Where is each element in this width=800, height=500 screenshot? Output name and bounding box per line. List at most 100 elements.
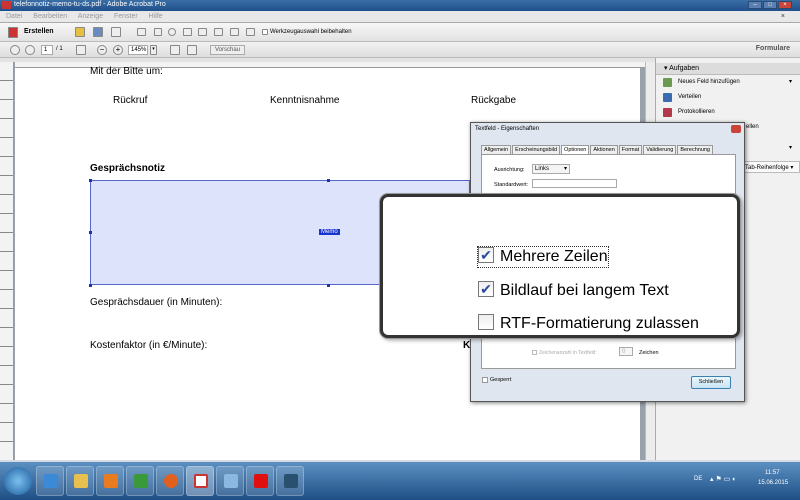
- image-tool-icon[interactable]: [230, 28, 239, 36]
- dialog-title: Textfeld - Eigenschaften: [475, 126, 540, 132]
- char-limit-checkbox[interactable]: [532, 350, 537, 355]
- taskbar-firefox[interactable]: [156, 466, 184, 496]
- menu-bearbeiten[interactable]: Bearbeiten: [33, 13, 67, 20]
- maximize-button[interactable]: □: [763, 1, 777, 9]
- taskbar-explorer[interactable]: [66, 466, 94, 496]
- zoom-in-icon[interactable]: +: [113, 45, 123, 55]
- taskbar-app-red[interactable]: [246, 466, 274, 496]
- keep-tool-label: Werkzeugauswahl beibehalten: [270, 29, 352, 35]
- zoom-dropdown-icon[interactable]: ▾: [150, 45, 157, 55]
- menu-anzeige[interactable]: Anzeige: [78, 13, 103, 20]
- distribute-icon: [663, 93, 672, 102]
- default-value-label: Standardwert:: [494, 182, 529, 188]
- save-icon[interactable]: [93, 27, 103, 37]
- taskbar-app-blue[interactable]: [216, 466, 244, 496]
- list-tool-icon[interactable]: [198, 28, 207, 36]
- tray-icons[interactable]: ▴ ⚑ ▭ ◐: [710, 475, 736, 483]
- menu-datei[interactable]: Datei: [6, 13, 22, 20]
- char-limit-input[interactable]: 0: [619, 347, 633, 356]
- folder-icon: [74, 474, 88, 488]
- scroll-long-text-checkbox[interactable]: ✔: [478, 280, 494, 297]
- menu-fenster[interactable]: Fenster: [114, 13, 138, 20]
- print-icon[interactable]: [111, 27, 121, 37]
- create-icon: [8, 27, 18, 38]
- resize-handle[interactable]: [89, 284, 92, 287]
- fit-width-icon[interactable]: [187, 45, 197, 55]
- rtf-option[interactable]: RTF-Formatierung zulassen: [478, 313, 699, 334]
- track-item[interactable]: Protokollieren: [656, 105, 800, 120]
- select-tool-icon[interactable]: [76, 45, 86, 55]
- close-button[interactable]: ×: [778, 1, 792, 9]
- preview-button[interactable]: Vorschau: [210, 45, 245, 55]
- distribute-label: Verteilen: [678, 94, 702, 100]
- section-heading: Gesprächsnotiz: [90, 163, 166, 174]
- signature-tool-icon[interactable]: [168, 28, 176, 36]
- forms-title: Formulare: [755, 45, 790, 52]
- prev-page-icon[interactable]: [10, 45, 20, 55]
- add-field-item[interactable]: Neues Feld hinzufügen ▾: [656, 75, 800, 90]
- keep-tool-checkbox[interactable]: [262, 29, 268, 35]
- dialog-close-button[interactable]: [731, 125, 741, 133]
- cost-label: Kostenfaktor (in €/Minute):: [90, 340, 208, 351]
- distribute-item[interactable]: Verteilen: [656, 90, 800, 105]
- barcode-tool-icon[interactable]: [246, 28, 255, 36]
- tab-order-label: Tab-Reihenfolge: [745, 165, 789, 171]
- radio-tool-icon[interactable]: [183, 28, 192, 36]
- track-label: Protokollieren: [678, 109, 715, 115]
- zoom-out-icon[interactable]: −: [97, 45, 107, 55]
- alignment-label: Ausrichtung:: [494, 167, 525, 173]
- page-total: / 1: [56, 46, 63, 52]
- resize-handle[interactable]: [327, 284, 330, 287]
- taskbar-ie[interactable]: [36, 466, 64, 496]
- open-icon[interactable]: [75, 27, 85, 37]
- taskbar: DE ▴ ⚑ ▭ ◐ 11:57 15.06.2015: [0, 462, 800, 500]
- fit-page-icon[interactable]: [170, 45, 180, 55]
- multiline-option[interactable]: ✔ Mehrere Zeilen: [477, 246, 609, 268]
- green-app-icon: [134, 474, 148, 488]
- taskbar-app-green[interactable]: [126, 466, 154, 496]
- resize-handle[interactable]: [327, 179, 330, 182]
- firefox-icon: [164, 474, 178, 488]
- close-dialog-button[interactable]: Schließen: [691, 376, 731, 389]
- char-unit-label: Zeichen: [639, 350, 659, 356]
- create-button[interactable]: Erstellen: [24, 28, 54, 35]
- scroll-long-text-option[interactable]: ✔ Bildlauf bei langem Text: [478, 280, 669, 301]
- page-number-input[interactable]: 1: [41, 45, 53, 55]
- add-field-label: Neues Feld hinzufügen: [678, 79, 740, 85]
- taskbar-media[interactable]: [96, 466, 124, 496]
- magnified-options-callout: ✔ Mehrere Zeilen ✔ Bildlauf bei langem Tex…: [380, 194, 740, 338]
- locked-label: Gesperrt: [490, 377, 512, 383]
- button-tool-icon[interactable]: [214, 28, 223, 36]
- option-kenntnisnahme: Kenntnisnahme: [270, 95, 340, 106]
- zoom-input[interactable]: 145%: [128, 45, 148, 55]
- rtf-checkbox[interactable]: [478, 313, 494, 330]
- checkbox-tool-icon[interactable]: [154, 28, 162, 36]
- locked-checkbox[interactable]: [482, 377, 488, 383]
- close-doc-icon[interactable]: ×: [781, 11, 785, 23]
- menu-hilfe[interactable]: Hilfe: [149, 13, 163, 20]
- multiline-label: Mehrere Zeilen: [500, 248, 608, 265]
- multiline-checkbox[interactable]: ✔: [478, 246, 494, 263]
- resize-handle[interactable]: [89, 179, 92, 182]
- text-field-tool-icon[interactable]: [137, 28, 146, 36]
- clock-date[interactable]: 15.06.2015: [758, 480, 788, 486]
- minimize-button[interactable]: –: [748, 1, 762, 9]
- vertical-ruler: [0, 62, 14, 460]
- next-page-icon[interactable]: [25, 45, 35, 55]
- option-rueckruf: Rückruf: [113, 95, 148, 106]
- clock-time[interactable]: 11:57: [765, 470, 780, 476]
- blue-app-icon: [224, 474, 238, 488]
- tasks-header[interactable]: ▾ Aufgaben: [656, 63, 800, 75]
- default-value-input[interactable]: [532, 179, 617, 188]
- start-button[interactable]: [4, 467, 32, 495]
- field-name-label: Memo: [319, 229, 340, 235]
- resize-handle[interactable]: [89, 231, 92, 234]
- screen-app-icon: [284, 474, 298, 488]
- taskbar-app-screen[interactable]: [276, 466, 304, 496]
- acrobat-icon: [194, 474, 208, 488]
- chevron-down-icon: ▾: [788, 79, 792, 85]
- language-indicator[interactable]: DE: [694, 476, 702, 482]
- alignment-select[interactable]: Links ▾: [532, 164, 570, 174]
- taskbar-acrobat[interactable]: [186, 466, 214, 496]
- track-icon: [663, 108, 672, 117]
